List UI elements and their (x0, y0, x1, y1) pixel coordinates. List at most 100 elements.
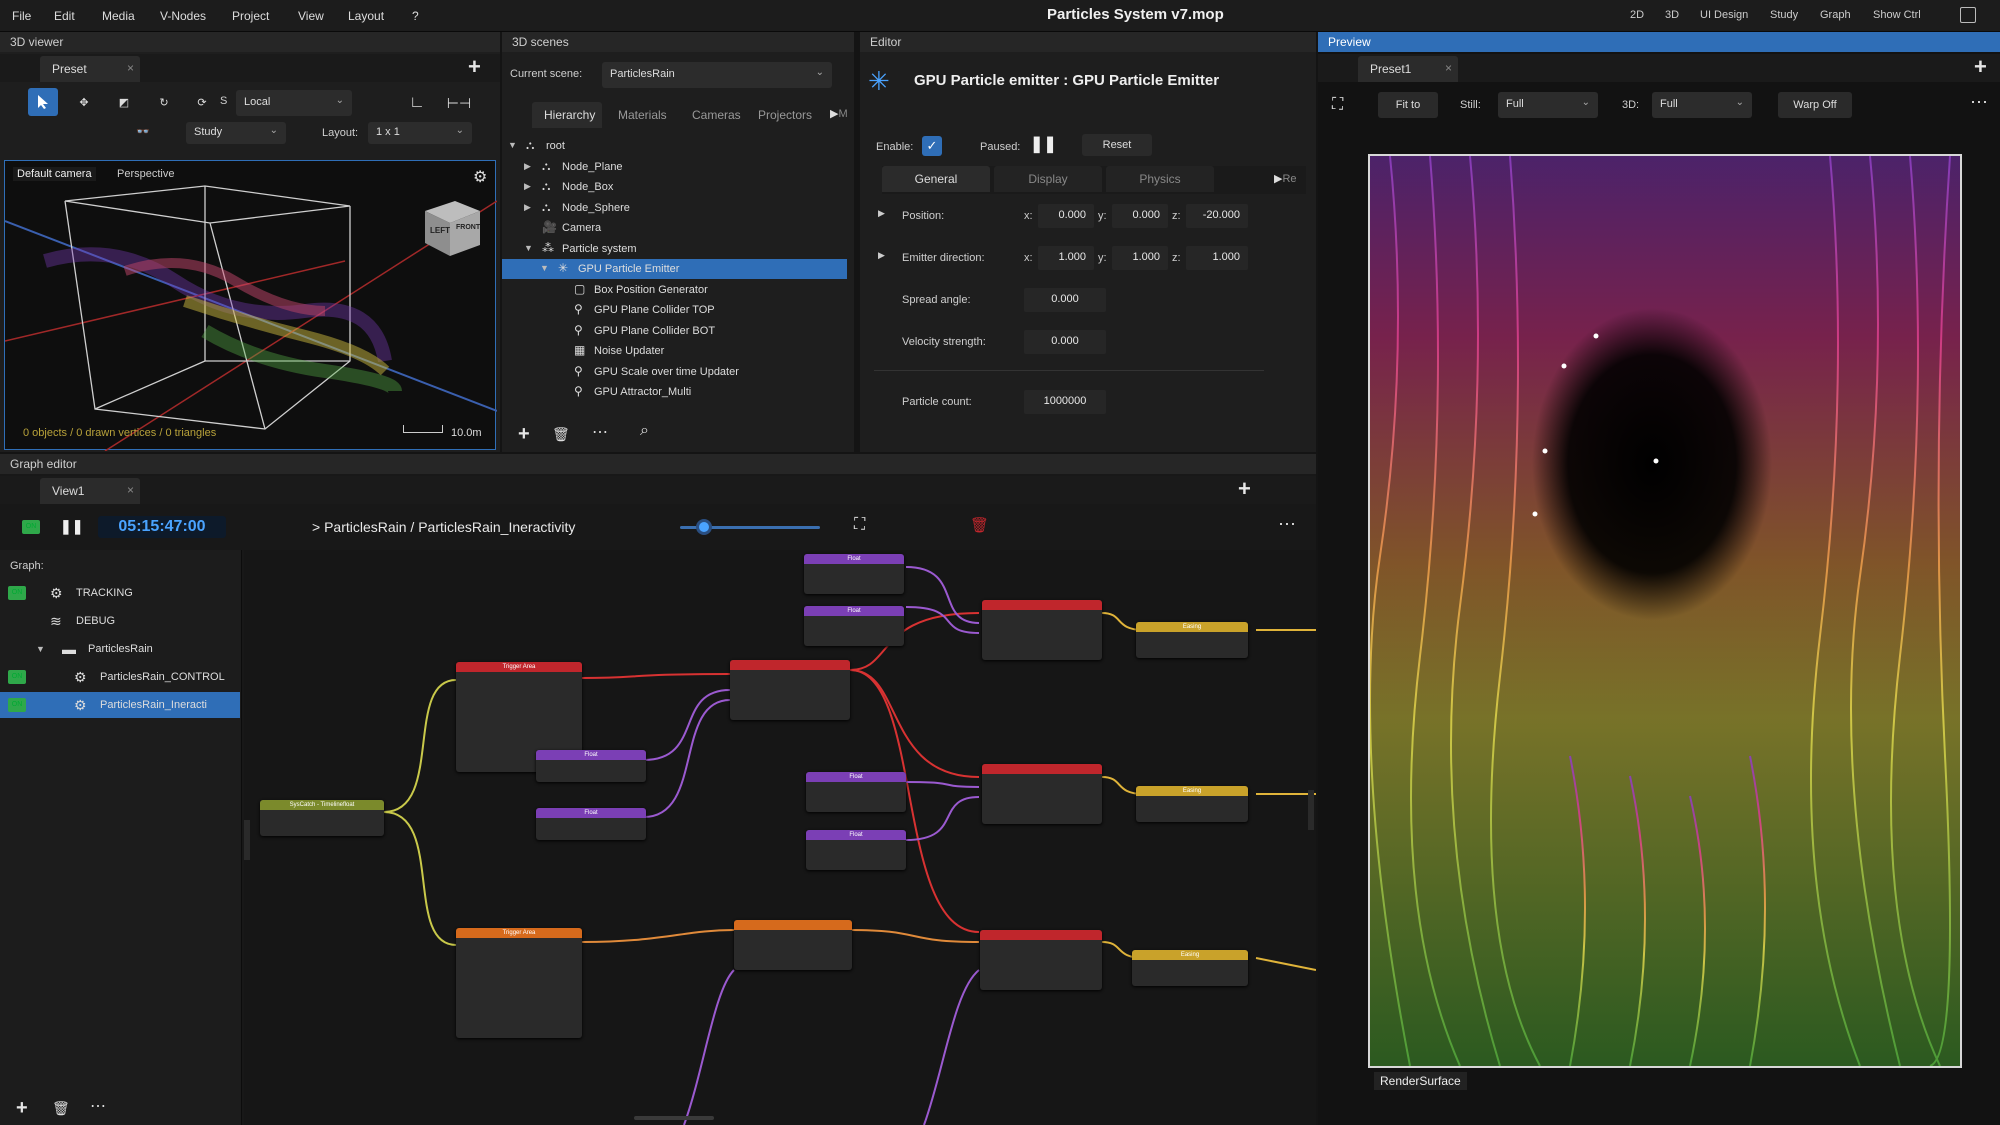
on-badge[interactable]: ON (8, 586, 26, 600)
expand-arrow-icon[interactable]: ▶ (878, 250, 885, 261)
more-icon[interactable]: ⋯ (1970, 92, 1988, 113)
trash-icon[interactable]: 🗑 (552, 426, 570, 443)
menu-vnodes[interactable]: V-Nodes (160, 9, 206, 23)
tab-hierarchy[interactable]: Hierarchy (532, 102, 602, 128)
measure-icon[interactable]: ⊢⊣ (446, 90, 472, 116)
study-dropdown[interactable]: Study ⌄ (186, 122, 286, 144)
render-surface[interactable] (1368, 154, 1962, 1068)
workspace-show-ctrl[interactable]: Show Ctrl (1873, 9, 1921, 21)
transform-tool-icon[interactable]: ⟳ (188, 88, 216, 116)
caret-down-icon[interactable]: ▼ (36, 644, 45, 654)
workspace-study[interactable]: Study (1770, 9, 1798, 21)
tree-row[interactable]: ▶ ⛬ Node_Plane (502, 157, 847, 177)
direction-y-field[interactable]: 1.000 (1112, 246, 1168, 270)
add-tab-icon[interactable]: + (1238, 478, 1251, 500)
horizontal-scrollbar[interactable] (634, 1116, 714, 1120)
more-icon[interactable]: ⋯ (592, 422, 608, 442)
layout-dropdown[interactable]: 1 x 1 ⌄ (368, 122, 472, 144)
zoom-slider-handle[interactable] (696, 519, 712, 535)
right-collapse-handle[interactable] (1308, 790, 1314, 830)
tab-cameras[interactable]: Cameras (680, 102, 744, 128)
float-node[interactable]: Float (536, 750, 646, 782)
menu-view[interactable]: View (298, 9, 324, 23)
graph-list-item[interactable]: ▼ ▬ ParticlesRain (0, 636, 240, 662)
tree-row[interactable]: ⚲ GPU Scale over time Updater (502, 362, 847, 382)
breadcrumb[interactable]: > ParticlesRain / ParticlesRain_Ineracti… (312, 519, 575, 535)
tree-row[interactable]: ⚲GPU Vector Field Updater (502, 403, 847, 407)
float-node-3[interactable]: Float (804, 554, 904, 594)
float-node-2[interactable]: Float (536, 808, 646, 840)
tree-row[interactable]: ▦ Noise Updater (502, 341, 847, 361)
tab-physics[interactable]: Physics (1106, 166, 1214, 192)
direction-x-field[interactable]: 1.000 (1038, 246, 1094, 270)
close-icon[interactable]: × (1445, 61, 1452, 75)
scale-tool-icon[interactable]: ◩ (110, 88, 138, 116)
window-menu-icon[interactable] (1960, 7, 1976, 23)
tree-row[interactable]: ⚲ GPU Plane Collider BOT (502, 321, 847, 341)
frame-icon[interactable]: ⛶ (1332, 96, 1343, 114)
expand-arrow-icon[interactable]: ▶ (878, 208, 885, 219)
tab-general[interactable]: General (882, 166, 990, 192)
position-x-field[interactable]: 0.000 (1038, 204, 1094, 228)
easing-node-2[interactable]: Easing (1136, 786, 1248, 822)
tree-row[interactable]: ▼ ✳ GPU Particle Emitter (502, 259, 847, 279)
switch-node-3[interactable] (982, 600, 1102, 660)
pause-icon[interactable]: ❚❚ (1030, 134, 1057, 154)
close-icon[interactable]: × (127, 483, 134, 497)
glasses-icon[interactable]: 👓 (130, 120, 156, 142)
caret-down-icon[interactable]: ▼ (540, 263, 549, 273)
workspace-graph[interactable]: Graph (1820, 9, 1851, 21)
switch-node-5[interactable] (980, 930, 1102, 990)
tree-row[interactable]: 🎥 Camera (502, 218, 847, 238)
graph-list-item[interactable]: ≋ DEBUG (0, 608, 240, 634)
camera-label[interactable]: Default camera (13, 167, 96, 181)
tab-view1[interactable]: View1 × (40, 478, 140, 504)
graph-list-item[interactable]: ON ⚙ TRACKING (0, 580, 240, 606)
easing-node[interactable]: Easing (1136, 622, 1248, 658)
workspace-3d[interactable]: 3D (1665, 9, 1679, 21)
caret-right-icon[interactable]: ▶ (524, 202, 531, 213)
graph-list-item[interactable]: ON ⚙ ParticlesRain_CONTROL (0, 664, 240, 690)
float-node-6[interactable]: Float (806, 830, 906, 870)
caret-right-icon[interactable]: ▶ (524, 181, 531, 192)
still-dropdown[interactable]: Full ⌄ (1498, 92, 1598, 118)
reset-button[interactable]: Reset (1082, 134, 1152, 156)
left-collapse-handle[interactable] (244, 820, 250, 860)
coord-mode-dropdown[interactable]: Local ⌄ (236, 90, 352, 116)
on-badge[interactable]: ON (8, 698, 26, 712)
tab-preset1[interactable]: Preset1 × (1358, 56, 1458, 82)
timecode-display[interactable]: 05:15:47:00 (98, 516, 226, 538)
workspace-ui-design[interactable]: UI Design (1700, 9, 1748, 21)
more-icon[interactable]: ⋯ (1278, 514, 1296, 535)
tree-row[interactable]: ▶ ⛬ Node_Box (502, 177, 847, 197)
tree-row[interactable]: ▼ ⛬ root (502, 136, 847, 156)
position-z-field[interactable]: -20.000 (1186, 204, 1248, 228)
viewport-settings-icon[interactable]: ⚙ (473, 167, 487, 187)
tab-overflow-icon[interactable]: ▶M (830, 107, 848, 120)
current-scene-dropdown[interactable]: ParticlesRain ⌄ (602, 62, 832, 88)
node-canvas[interactable]: SysCatch - Timelinefloat Trigger Area Tr… (244, 550, 1316, 1125)
move-tool-icon[interactable]: ✥ (70, 88, 98, 116)
trigger-area-node-2[interactable]: Trigger Area (456, 928, 582, 1038)
trash-icon[interactable]: 🗑 (52, 1100, 70, 1117)
snap-icon[interactable]: ∟ (404, 90, 430, 116)
warp-button[interactable]: Warp Off (1778, 92, 1852, 118)
switch-node-4[interactable] (982, 764, 1102, 824)
menu-project[interactable]: Project (232, 9, 269, 23)
switch-node-2[interactable] (734, 920, 852, 970)
more-icon[interactable]: ⋯ (90, 1096, 106, 1116)
tab-preset[interactable]: Preset × (40, 56, 140, 82)
frame-all-icon[interactable]: ⛶ (854, 516, 865, 534)
float-node-5[interactable]: Float (806, 772, 906, 812)
threed-dropdown[interactable]: Full ⌄ (1652, 92, 1752, 118)
pause-icon[interactable]: ❚❚ (60, 518, 83, 535)
tree-row[interactable]: ▼ ⁂ Particle system (502, 239, 847, 259)
tree-row[interactable]: ⚲ GPU Plane Collider TOP (502, 300, 847, 320)
add-tab-icon[interactable]: + (1974, 56, 1987, 78)
fit-button[interactable]: Fit to (1378, 92, 1438, 118)
close-icon[interactable]: × (127, 61, 134, 75)
caret-down-icon[interactable]: ▼ (508, 140, 517, 150)
tab-overflow-icon[interactable]: ▶Re (1274, 172, 1297, 185)
menu-media[interactable]: Media (102, 9, 135, 23)
select-tool-button[interactable] (28, 88, 58, 116)
